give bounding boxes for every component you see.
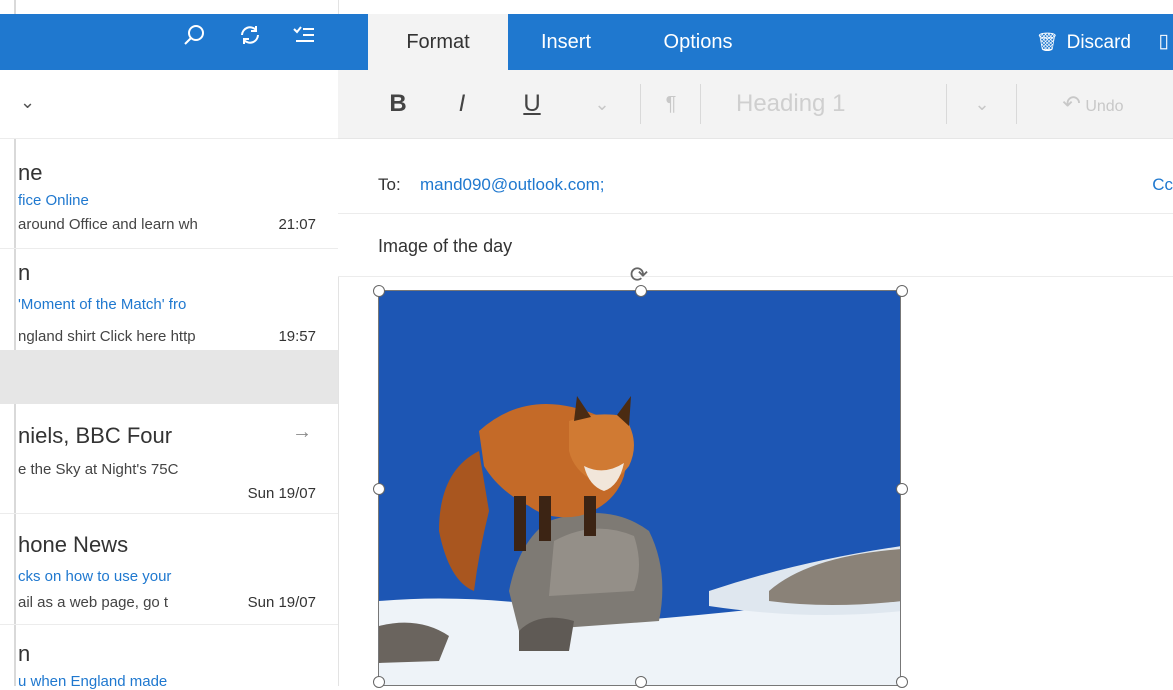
list-item[interactable]: n u when England made <box>0 625 330 690</box>
format-toolbar: B I U ⌄ ¶ Heading 1 ⌄ ↶ Undo <box>338 70 1173 139</box>
message-subject: u when England made <box>18 673 168 690</box>
resize-handle-top-right[interactable] <box>896 285 908 297</box>
filter-icon[interactable] <box>286 22 322 58</box>
message-list-pane: ⌄ ne fice Online around Office and learn… <box>0 0 339 690</box>
fox-photo <box>379 291 900 685</box>
list-item[interactable]: ne fice Online around Office and learn w… <box>0 150 330 242</box>
message-sender: n <box>18 641 31 666</box>
message-preview: around Office and learn wh <box>18 216 198 233</box>
list-item[interactable]: niels, BBC Four → e the Sky at Night's 7… <box>0 405 330 513</box>
resize-handle-top-middle[interactable] <box>635 285 647 297</box>
discard-label: Discard <box>1066 32 1131 53</box>
resize-handle-bottom-right[interactable] <box>896 676 908 688</box>
inline-image[interactable] <box>378 290 901 686</box>
search-icon[interactable] <box>176 22 212 58</box>
tab-options[interactable]: Options <box>638 14 758 70</box>
subject-text[interactable]: Image of the day <box>378 236 512 257</box>
message-sender: niels, BBC Four <box>18 423 173 448</box>
undo-label: Undo <box>1085 98 1124 115</box>
folder-filter[interactable]: ⌄ <box>0 70 338 139</box>
underline-button[interactable]: U <box>518 86 546 122</box>
mail-header <box>0 14 338 70</box>
message-subject: cks on how to use your <box>18 568 172 585</box>
chevron-down-icon[interactable]: ⌄ <box>588 86 616 122</box>
list-item-selected[interactable] <box>0 350 338 404</box>
message-sender: hone News <box>18 532 129 557</box>
message-preview: e the Sky at Night's 75C <box>18 461 179 478</box>
resize-handle-bottom-middle[interactable] <box>635 676 647 688</box>
tab-format[interactable]: Format <box>368 14 508 70</box>
list-item[interactable]: hone News cks on how to use your ail as … <box>0 514 330 622</box>
paragraph-icon[interactable]: ¶ <box>654 86 688 122</box>
message-sender: ne <box>18 160 43 185</box>
sync-icon[interactable] <box>232 22 268 58</box>
ribbon-tabs: Format Insert Options 🗑 Discard ▯ <box>338 14 1173 70</box>
bold-button[interactable]: B <box>384 86 412 122</box>
message-time: 19:57 <box>278 328 316 345</box>
tab-insert[interactable]: Insert <box>514 14 618 70</box>
subject-field[interactable]: Image of the day <box>338 214 1173 277</box>
cc-link[interactable]: Cc <box>1152 175 1173 195</box>
more-options-icon[interactable]: ▯ <box>1159 14 1169 70</box>
recipient-address[interactable]: mand090@outlook.com; <box>420 175 605 195</box>
undo-button[interactable]: ↶ Undo <box>1038 86 1148 122</box>
to-label: To: <box>378 175 401 194</box>
message-preview: ngland shirt Click here http <box>18 328 196 345</box>
toolbar-separator <box>1016 84 1017 124</box>
undo-icon: ↶ <box>1062 91 1081 116</box>
chevron-down-icon[interactable]: ⌄ <box>20 92 35 113</box>
message-time: 21:07 <box>278 216 316 233</box>
style-dropdown[interactable]: Heading 1 <box>712 86 942 122</box>
resize-handle-middle-left[interactable] <box>373 483 385 495</box>
toolbar-separator <box>640 84 641 124</box>
toolbar-separator <box>946 84 947 124</box>
list-item[interactable]: n 'Moment of the Match' fro ngland shirt… <box>0 250 330 348</box>
message-subject: 'Moment of the Match' fro <box>18 296 187 313</box>
resize-handle-middle-right[interactable] <box>896 483 908 495</box>
message-preview: ail as a web page, go t <box>18 594 169 611</box>
chevron-down-icon[interactable]: ⌄ <box>968 86 996 122</box>
italic-button[interactable]: I <box>448 86 476 122</box>
trash-icon: 🗑 <box>1035 32 1059 52</box>
toolbar-separator <box>700 84 701 124</box>
message-time: Sun 19/07 <box>247 485 316 502</box>
forward-icon: → <box>292 421 312 443</box>
message-sender: n <box>18 260 31 285</box>
to-field[interactable]: To: mand090@outlook.com; Cc <box>338 139 1173 214</box>
resize-handle-top-left[interactable] <box>373 285 385 297</box>
message-subject: fice Online <box>18 192 89 209</box>
resize-handle-bottom-left[interactable] <box>373 676 385 688</box>
discard-button[interactable]: 🗑 Discard <box>1036 14 1131 70</box>
list-divider <box>0 248 338 249</box>
message-time: Sun 19/07 <box>247 594 316 611</box>
